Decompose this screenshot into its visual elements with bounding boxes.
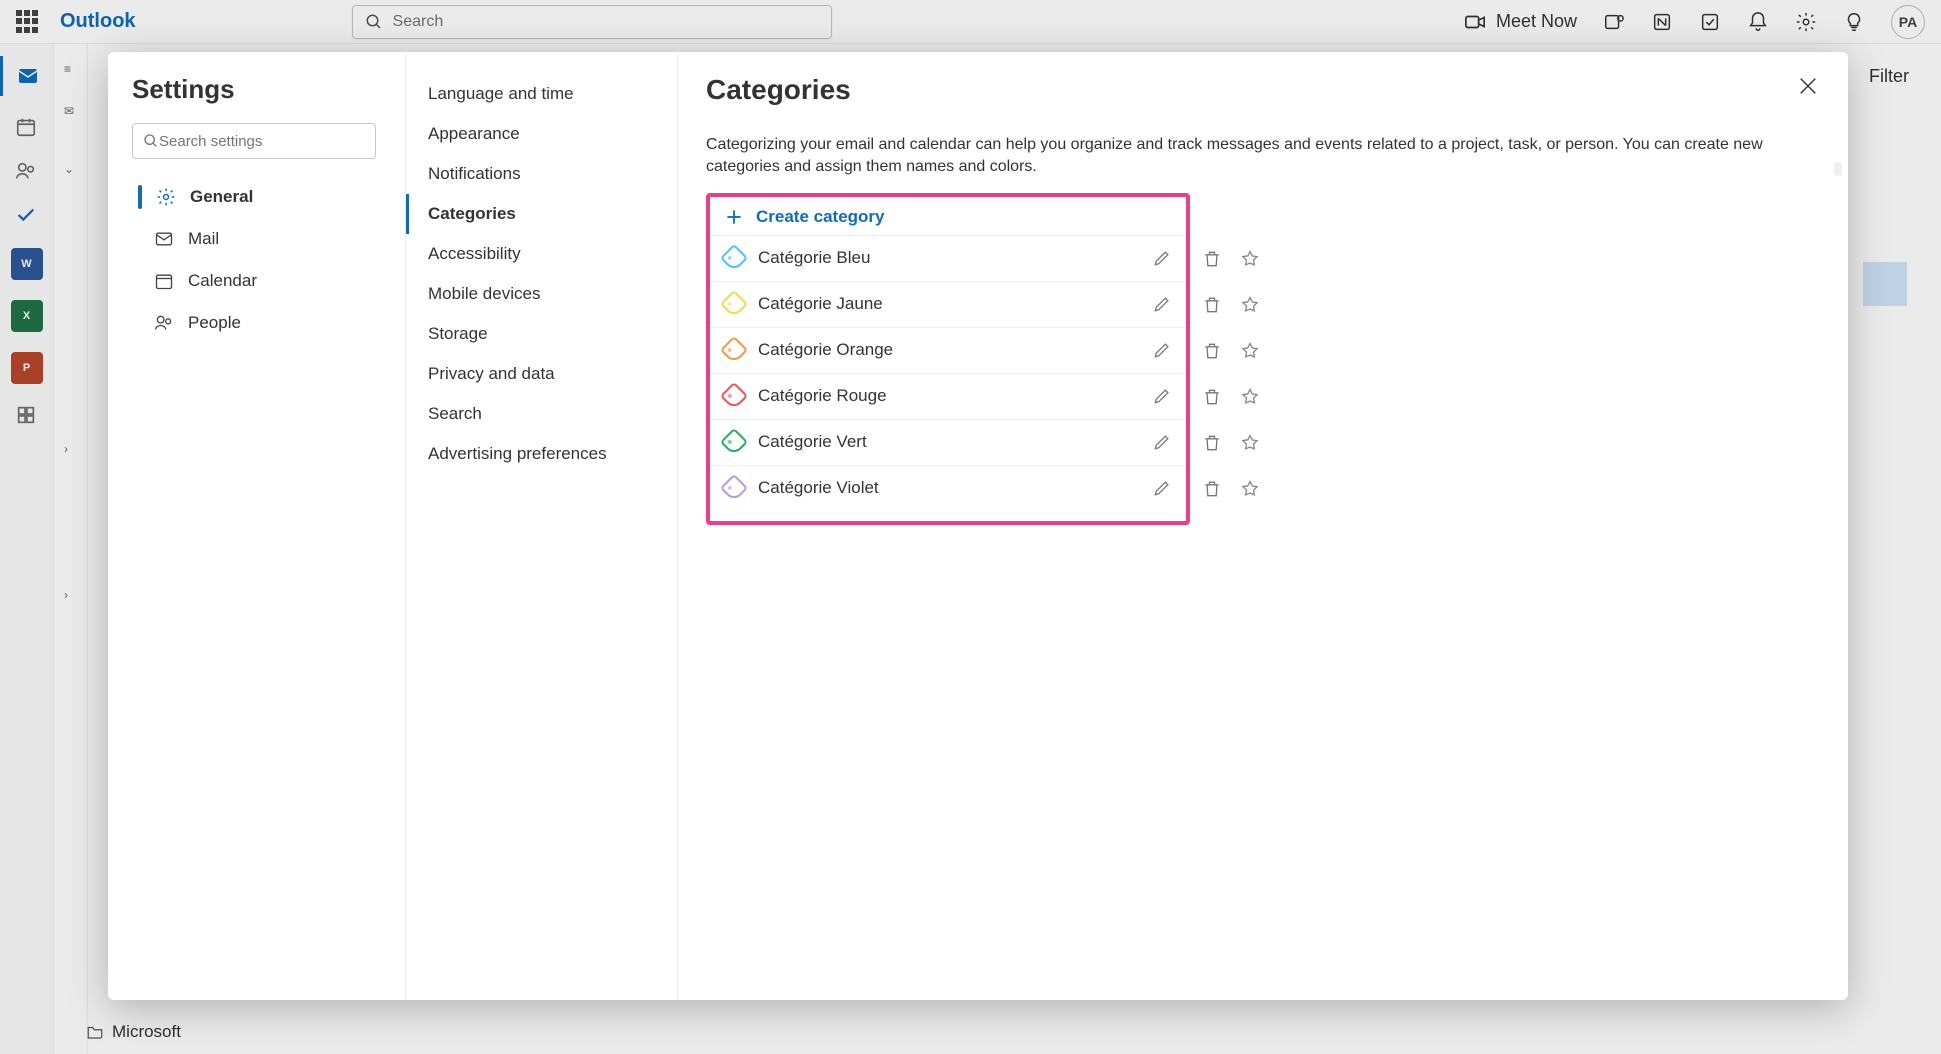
category-row: Catégorie Jaune (710, 281, 1186, 327)
tag-icon (720, 428, 748, 456)
tag-icon (720, 474, 748, 502)
settings-subnav-column: Language and time Appearance Notificatio… (406, 52, 678, 1000)
category-name: Catégorie Rouge (758, 386, 1152, 406)
category-actions (1202, 295, 1260, 315)
delete-button[interactable] (1202, 341, 1222, 361)
category-row: Catégorie Vert (710, 419, 1186, 465)
mail-icon (154, 229, 176, 249)
settings-search-input[interactable] (159, 133, 365, 150)
favorite-button[interactable] (1240, 433, 1260, 453)
panel-description: Categorizing your email and calendar can… (706, 134, 1820, 179)
category-row: Catégorie Violet (710, 465, 1186, 511)
category-actions (1202, 433, 1260, 453)
nav-label: General (190, 187, 253, 207)
subnav-language[interactable]: Language and time (406, 74, 677, 114)
nav-label: People (188, 313, 241, 333)
settings-nav-people[interactable]: People (132, 303, 391, 343)
category-row: Catégorie Bleu (710, 235, 1186, 281)
create-label: Create category (756, 207, 885, 227)
subnav-categories[interactable]: Categories (406, 194, 677, 234)
settings-nav-calendar[interactable]: Calendar (132, 261, 391, 301)
settings-search[interactable] (132, 123, 376, 159)
settings-nav-mail[interactable]: Mail (132, 219, 391, 259)
delete-button[interactable] (1202, 295, 1222, 315)
content-scrollbar[interactable] (1834, 162, 1842, 176)
edit-button[interactable] (1152, 432, 1172, 452)
categories-highlight-box: Create category Catégorie Bleu Catégorie … (706, 193, 1190, 525)
favorite-button[interactable] (1240, 295, 1260, 315)
favorite-button[interactable] (1240, 479, 1260, 499)
delete-button[interactable] (1202, 479, 1222, 499)
tag-icon (720, 290, 748, 318)
subnav-accessibility[interactable]: Accessibility (406, 234, 677, 274)
settings-nav-column: Settings General Mail Calendar People (108, 52, 406, 1000)
subnav-mobile[interactable]: Mobile devices (406, 274, 677, 314)
category-row: Catégorie Rouge (710, 373, 1186, 419)
subnav-appearance[interactable]: Appearance (406, 114, 677, 154)
subnav-privacy[interactable]: Privacy and data (406, 354, 677, 394)
subnav-storage[interactable]: Storage (406, 314, 677, 354)
category-actions (1202, 479, 1260, 499)
edit-button[interactable] (1152, 386, 1172, 406)
calendar-icon (154, 271, 176, 291)
category-actions (1202, 387, 1260, 407)
category-row: Catégorie Orange (710, 327, 1186, 373)
delete-button[interactable] (1202, 433, 1222, 453)
nav-label: Mail (188, 229, 219, 249)
subnav-notifications[interactable]: Notifications (406, 154, 677, 194)
nav-label: Calendar (188, 271, 257, 291)
close-icon (1797, 75, 1819, 97)
plus-icon (724, 207, 744, 227)
delete-button[interactable] (1202, 249, 1222, 269)
settings-nav-general[interactable]: General (132, 177, 391, 217)
delete-button[interactable] (1202, 387, 1222, 407)
category-name: Catégorie Vert (758, 432, 1152, 452)
people-icon (154, 313, 176, 333)
gear-icon (156, 187, 178, 207)
favorite-button[interactable] (1240, 341, 1260, 361)
edit-button[interactable] (1152, 248, 1172, 268)
edit-button[interactable] (1152, 340, 1172, 360)
create-category-button[interactable]: Create category (710, 199, 1186, 235)
edit-button[interactable] (1152, 294, 1172, 314)
category-name: Catégorie Violet (758, 478, 1152, 498)
subnav-search[interactable]: Search (406, 394, 677, 434)
tag-icon (720, 336, 748, 364)
subnav-advertising[interactable]: Advertising preferences (406, 434, 677, 474)
tag-icon (720, 382, 748, 410)
favorite-button[interactable] (1240, 249, 1260, 269)
settings-content-panel: Categories Categorizing your email and c… (678, 52, 1848, 1000)
settings-dialog: Settings General Mail Calendar People (108, 52, 1848, 1000)
search-icon (143, 133, 159, 149)
tag-icon (720, 244, 748, 272)
edit-button[interactable] (1152, 478, 1172, 498)
panel-heading: Categories (706, 74, 1820, 106)
category-actions (1202, 341, 1260, 361)
category-name: Catégorie Orange (758, 340, 1152, 360)
category-name: Catégorie Jaune (758, 294, 1152, 314)
category-name: Catégorie Bleu (758, 248, 1152, 268)
settings-title: Settings (132, 74, 391, 105)
close-button[interactable] (1792, 70, 1824, 102)
favorite-button[interactable] (1240, 387, 1260, 407)
category-actions (1202, 249, 1260, 269)
